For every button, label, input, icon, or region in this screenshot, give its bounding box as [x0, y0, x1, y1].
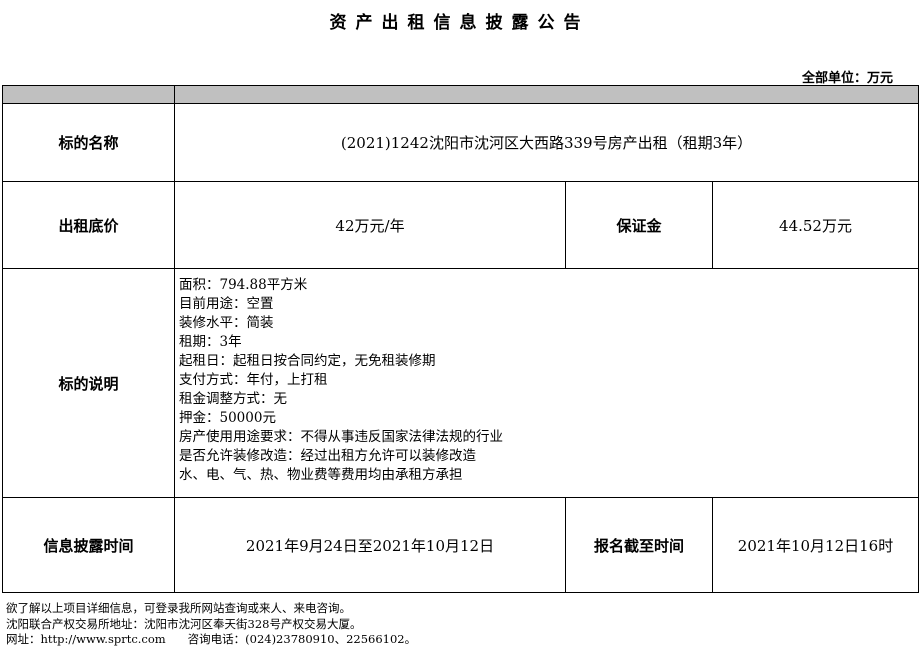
unit-label: 全部单位：万元: [801, 71, 893, 86]
desc-line: 面积：794.88平方米: [179, 277, 308, 293]
price-label: 出租底价: [2, 181, 175, 269]
name-value: (2021)1242沈阳市沈河区大西路339号房产出租（租期3年）: [173, 103, 919, 182]
desc-label: 标的说明: [2, 268, 175, 498]
price-value: 42万元/年: [174, 181, 566, 269]
footer-notes: 欲了解以上项目详细信息，可登录我所网站查询或来人、来电咨询。 沈阳联合产权交易所…: [6, 601, 416, 648]
desc-line: 装修水平：简装: [179, 315, 274, 331]
desc-line: 起租日：起租日按合同约定，无免租装修期: [179, 353, 436, 369]
header-cell-right: [173, 85, 919, 104]
deposit-value: 44.52万元: [711, 181, 919, 269]
table-row-period: 信息披露时间 2021年9月24日至2021年10月12日 报名截至时间 202…: [2, 497, 919, 593]
footer-line: 欲了解以上项目详细信息，可登录我所网站查询或来人、来电咨询。: [6, 601, 351, 615]
name-label: 标的名称: [2, 103, 175, 182]
desc-line: 押金：50000元: [179, 410, 276, 426]
disclosure-table: 标的名称 (2021)1242沈阳市沈河区大西路339号房产出租（租期3年） 出…: [2, 85, 919, 593]
desc-line: 水、电、气、热、物业费等费用均由承租方承担: [179, 467, 463, 483]
footer-line: 沈阳联合产权交易所地址：沈阳市沈河区奉天街328号产权交易大厦。: [6, 616, 362, 631]
desc-line: 是否允许装修改造：经过出租方允许可以装修改造: [179, 448, 476, 464]
deposit-label: 保证金: [565, 181, 713, 269]
table-header-row: [2, 85, 919, 104]
deadline-label: 报名截至时间: [565, 497, 713, 593]
desc-line: 租金调整方式：无: [179, 391, 287, 407]
desc-line: 目前用途：空置: [179, 296, 274, 312]
period-label: 信息披露时间: [2, 497, 175, 593]
desc-line: 租期：3年: [179, 334, 242, 350]
table-row-name: 标的名称 (2021)1242沈阳市沈河区大西路339号房产出租（租期3年）: [2, 103, 919, 182]
desc-value: 面积：794.88平方米 目前用途：空置 装修水平：简装 租期：3年 起租日：起…: [173, 268, 919, 498]
period-value: 2021年9月24日至2021年10月12日: [174, 497, 566, 593]
desc-line: 支付方式：年付，上打租: [179, 372, 328, 388]
footer-line: 网址：http://www.sprtc.com 咨询电话：(024)237809…: [6, 632, 417, 646]
page-title: 资产出租信息披露公告: [329, 13, 590, 33]
deadline-value: 2021年10月12日16时: [711, 497, 919, 593]
desc-line: 房产使用用途要求：不得从事违反国家法律法规的行业: [179, 429, 503, 445]
table-row-description: 标的说明 面积：794.88平方米 目前用途：空置 装修水平：简装 租期：3年 …: [2, 268, 919, 498]
table-row-price: 出租底价 42万元/年 保证金 44.52万元: [2, 181, 919, 269]
header-cell-left: [2, 85, 175, 104]
